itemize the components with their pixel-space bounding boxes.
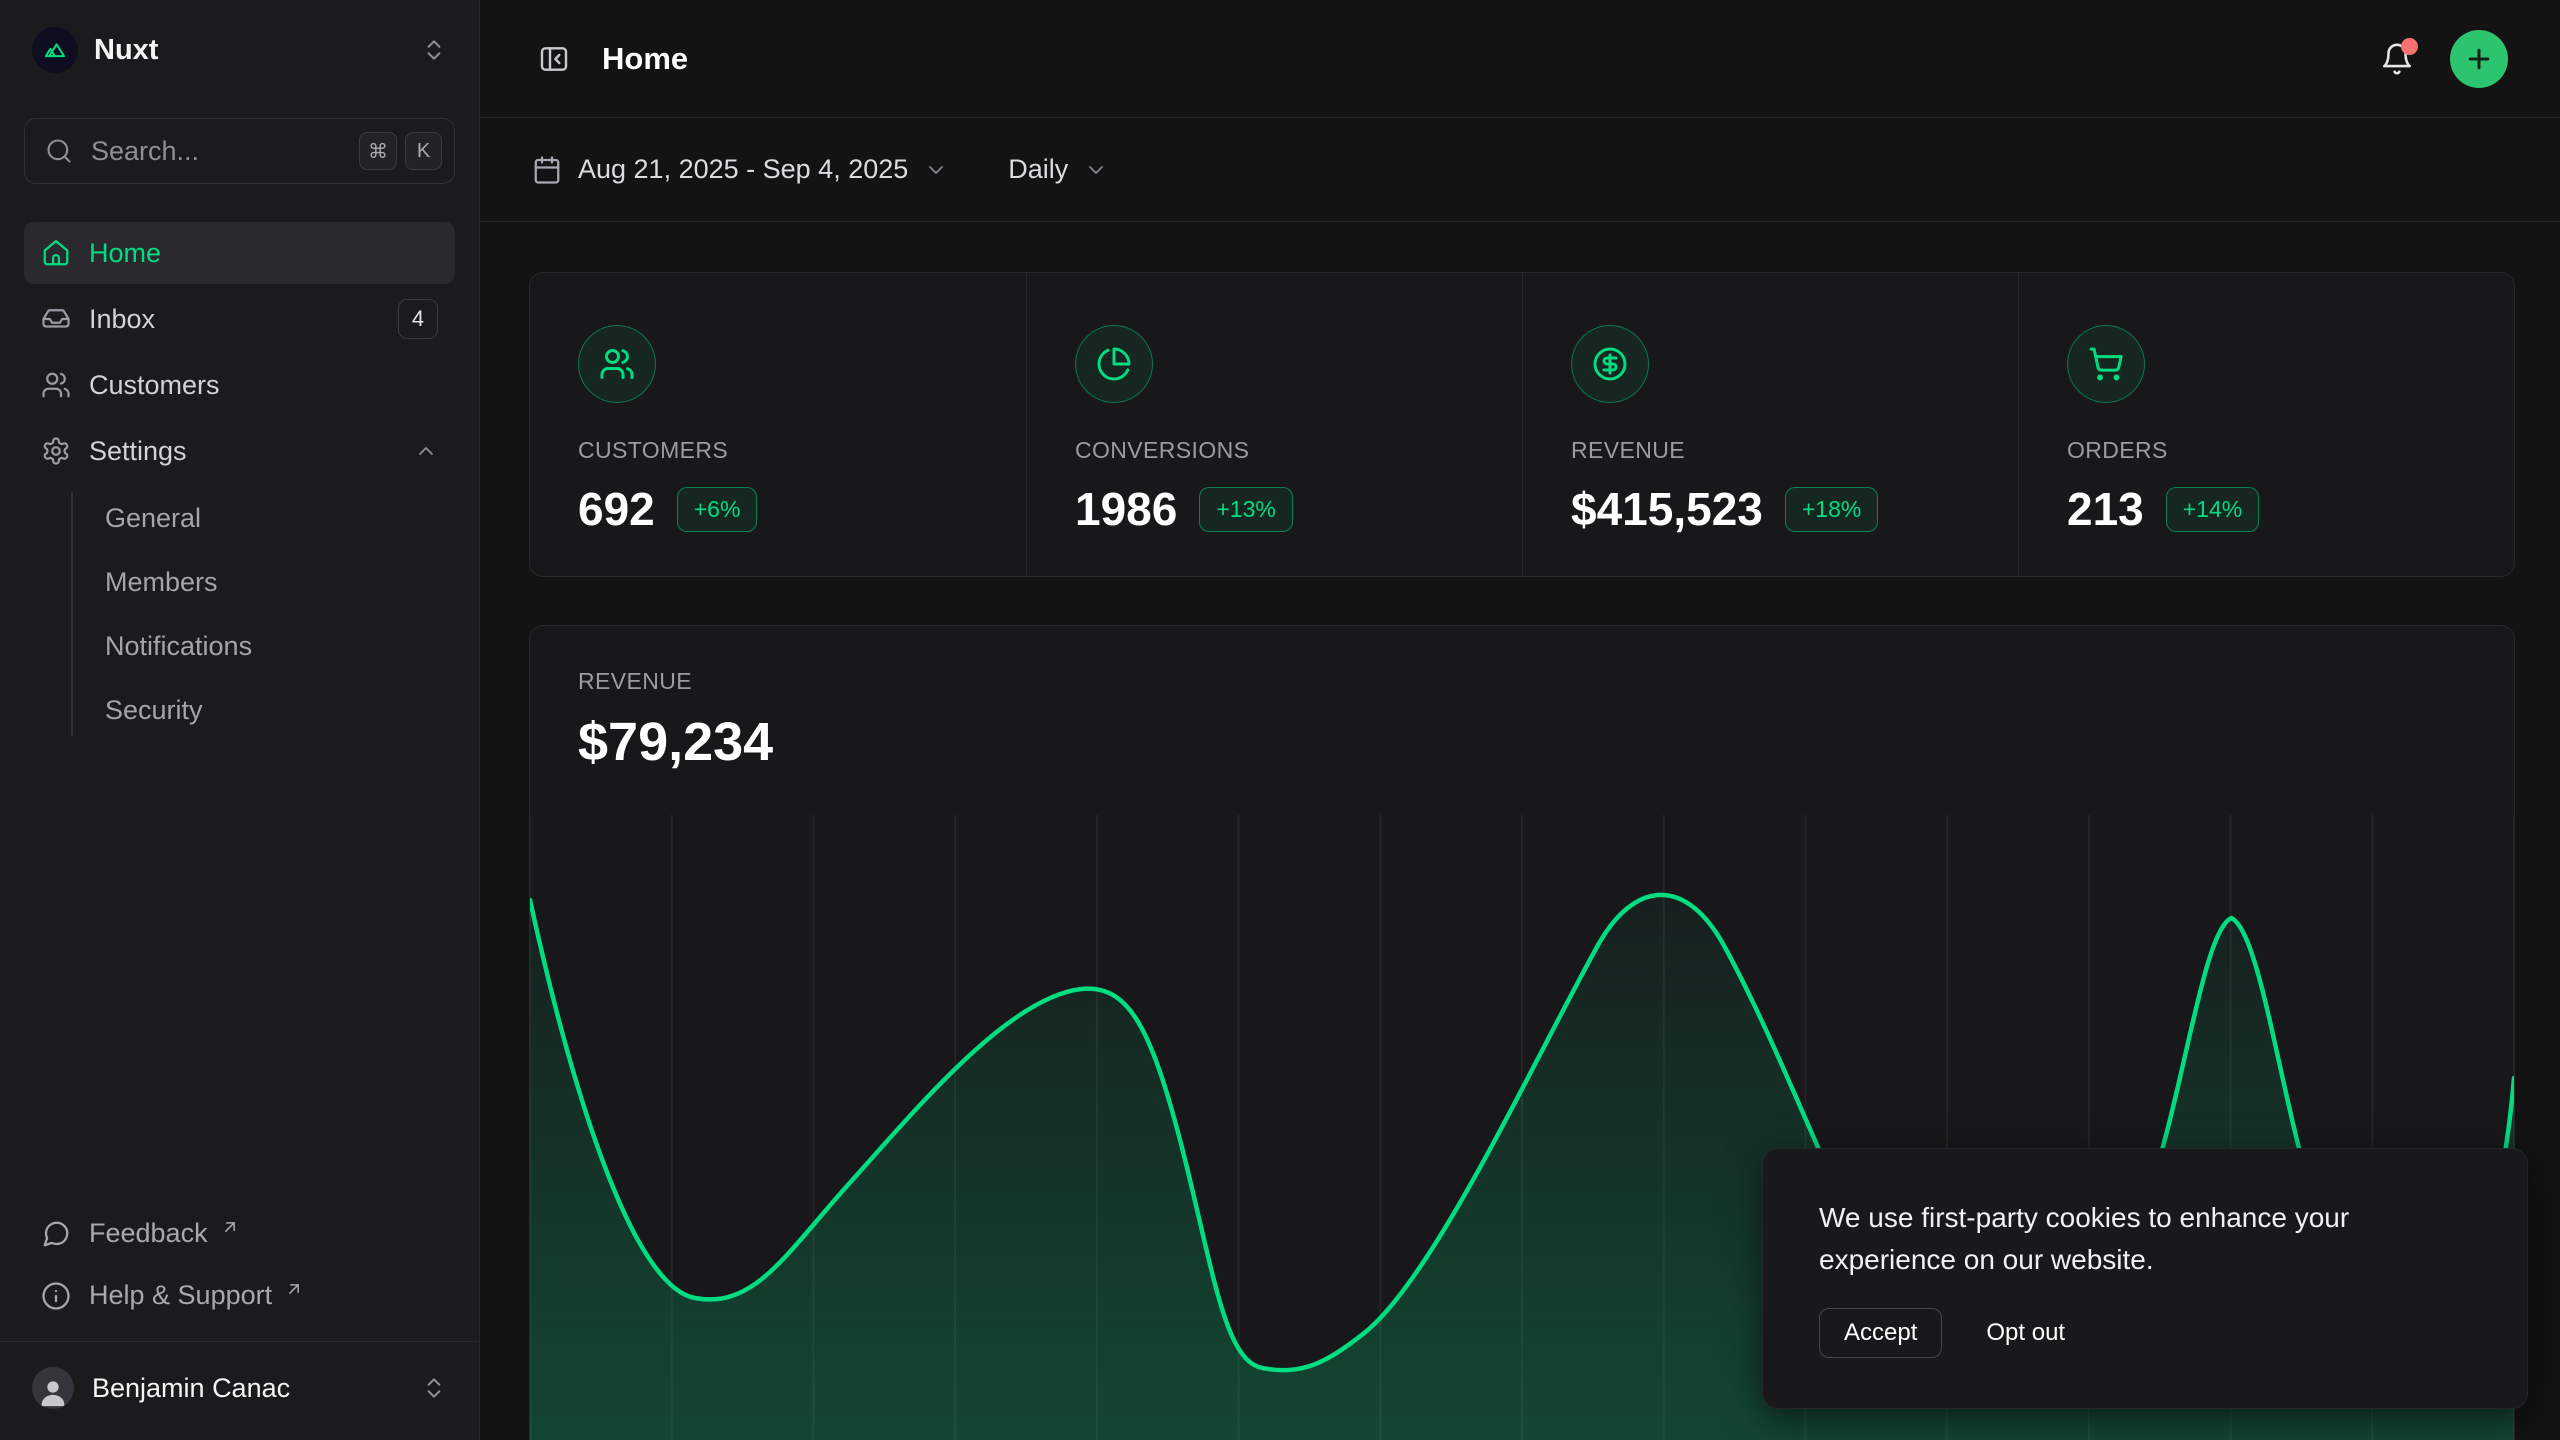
stat-label: ORDERS — [2067, 437, 2466, 464]
sidebar-item-settings[interactable]: Settings — [24, 420, 455, 482]
workspace-name: Nuxt — [94, 34, 405, 67]
sidebar-item-label: Settings — [89, 436, 396, 467]
date-range-value: Aug 21, 2025 - Sep 4, 2025 — [578, 154, 908, 185]
inbox-icon — [41, 304, 71, 334]
sidebar-subitem-security[interactable]: Security — [105, 678, 455, 742]
nuxt-logo-icon — [32, 27, 78, 73]
sidebar-collapse-button[interactable] — [532, 37, 576, 81]
stat-value: 1986 — [1075, 482, 1177, 536]
sidebar-item-label: Home — [89, 238, 438, 269]
inbox-count-badge: 4 — [398, 299, 438, 339]
stats-row: CUSTOMERS 692 +6% CONVERSIONS 1986 — [529, 272, 2515, 577]
user-menu[interactable]: Benjamin Canac — [24, 1356, 455, 1420]
sidebar-item-customers[interactable]: Customers — [24, 354, 455, 416]
message-icon — [41, 1219, 71, 1249]
chevron-up-icon — [414, 439, 438, 463]
workspace-switcher[interactable]: Nuxt — [24, 22, 455, 78]
date-range-picker[interactable]: Aug 21, 2025 - Sep 4, 2025 — [532, 154, 948, 185]
sidebar-subitem-general[interactable]: General — [105, 486, 455, 550]
accept-button[interactable]: Accept — [1819, 1308, 1942, 1358]
sidebar-subitem-members[interactable]: Members — [105, 550, 455, 614]
stat-customers[interactable]: CUSTOMERS 692 +6% — [530, 273, 1026, 577]
search-input[interactable]: Search... ⌘ K — [24, 118, 455, 184]
sidebar-item-label: Feedback — [89, 1218, 208, 1249]
home-icon — [41, 238, 71, 268]
external-link-icon — [284, 1279, 304, 1299]
stat-revenue[interactable]: REVENUE $415,523 +18% — [1522, 273, 2018, 577]
users-icon — [578, 325, 656, 403]
granularity-value: Daily — [1008, 154, 1068, 185]
info-icon — [41, 1281, 71, 1311]
plus-icon — [2464, 44, 2494, 74]
chevrons-up-down-icon — [421, 1375, 447, 1401]
sidebar-item-home[interactable]: Home — [24, 222, 455, 284]
sidebar-item-inbox[interactable]: Inbox 4 — [24, 288, 455, 350]
sidebar-item-feedback[interactable]: Feedback — [24, 1203, 455, 1265]
stat-label: CUSTOMERS — [578, 437, 978, 464]
gear-icon — [41, 436, 71, 466]
user-name: Benjamin Canac — [92, 1373, 403, 1404]
sidebar: Nuxt Search... ⌘ K Home — [0, 0, 480, 1440]
kbd-k: K — [405, 132, 442, 170]
page-title: Home — [602, 41, 688, 77]
filter-toolbar: Aug 21, 2025 - Sep 4, 2025 Daily — [480, 118, 2560, 222]
revenue-chart-value: $79,234 — [578, 711, 2466, 773]
calendar-icon — [532, 155, 562, 185]
notification-dot — [2401, 38, 2418, 55]
top-header: Home — [480, 0, 2560, 118]
search-icon — [45, 137, 73, 165]
avatar — [32, 1367, 74, 1409]
sidebar-subitem-notifications[interactable]: Notifications — [105, 614, 455, 678]
users-icon — [41, 370, 71, 400]
stat-value: 692 — [578, 482, 655, 536]
cookie-message: We use first-party cookies to enhance yo… — [1819, 1197, 2471, 1280]
external-link-icon — [220, 1217, 240, 1237]
stat-delta-badge: +14% — [2166, 487, 2259, 532]
chevron-down-icon — [1084, 158, 1108, 182]
search-placeholder: Search... — [91, 136, 341, 167]
sidebar-item-label: Customers — [89, 370, 438, 401]
stat-conversions[interactable]: CONVERSIONS 1986 +13% — [1026, 273, 1522, 577]
stat-delta-badge: +18% — [1785, 487, 1878, 532]
cookie-banner: We use first-party cookies to enhance yo… — [1762, 1148, 2528, 1409]
stat-value: $415,523 — [1571, 482, 1763, 536]
sidebar-item-label: Help & Support — [89, 1280, 272, 1311]
sidebar-nav: Home Inbox 4 Customers — [24, 222, 455, 742]
stat-value: 213 — [2067, 482, 2144, 536]
panel-left-icon — [538, 43, 570, 75]
app-root: Nuxt Search... ⌘ K Home — [0, 0, 2560, 1440]
sidebar-item-label: Inbox — [89, 304, 380, 335]
granularity-select[interactable]: Daily — [1008, 154, 1108, 185]
sidebar-item-help-support[interactable]: Help & Support — [24, 1265, 455, 1327]
stat-label: CONVERSIONS — [1075, 437, 1474, 464]
search-shortcut: ⌘ K — [359, 132, 442, 170]
sidebar-spacer — [24, 742, 455, 1203]
revenue-chart-label: REVENUE — [578, 668, 2466, 695]
stat-delta-badge: +13% — [1199, 487, 1292, 532]
stat-orders[interactable]: ORDERS 213 +14% — [2018, 273, 2514, 577]
notifications-button[interactable] — [2374, 36, 2420, 82]
chevrons-up-down-icon — [421, 37, 447, 63]
stat-delta-badge: +6% — [677, 487, 758, 532]
stat-label: REVENUE — [1571, 437, 1970, 464]
settings-subnav: General Members Notifications Security — [24, 486, 455, 742]
opt-out-button[interactable]: Opt out — [1986, 1319, 2065, 1347]
sidebar-divider — [0, 1341, 479, 1343]
dollar-icon — [1571, 325, 1649, 403]
add-button[interactable] — [2450, 30, 2508, 88]
pie-icon — [1075, 325, 1153, 403]
kbd-meta: ⌘ — [359, 132, 397, 170]
chevron-down-icon — [924, 158, 948, 182]
cart-icon — [2067, 325, 2145, 403]
